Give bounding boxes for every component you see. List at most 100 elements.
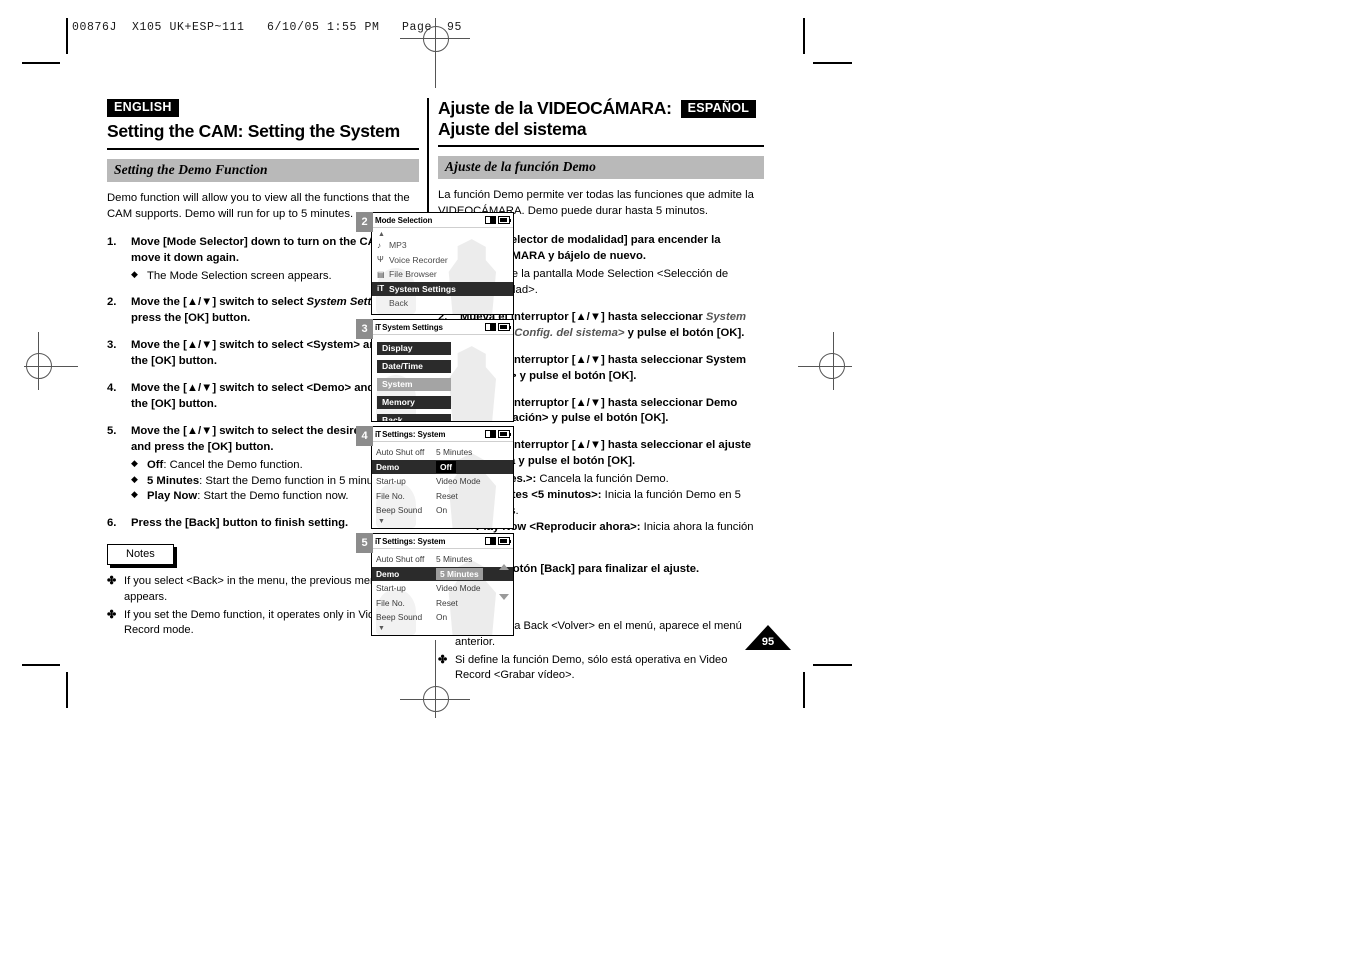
spanish-page-title-line1: Ajuste de la VIDEOCÁMARA:: [438, 98, 672, 118]
scroll-down-arrow-icon[interactable]: ▼: [372, 625, 513, 632]
lcd-setting-row[interactable]: Start-up Video Mode: [372, 474, 513, 489]
lcd-screen: 2 Mode Selection ▲ ♪ MP3 Ψ Voice Recorder ▤ File…: [356, 212, 516, 315]
lcd-menu-item[interactable]: Back: [372, 296, 513, 311]
menu-item-label: File Browser: [389, 269, 437, 280]
lcd-setting-row[interactable]: Auto Shut off 5 Minutes: [372, 445, 513, 460]
lcd-menu-chip[interactable]: Back: [377, 413, 451, 421]
english-title-rule: [107, 147, 419, 150]
note-text: If you select <Back> in the menu, the pr…: [124, 575, 383, 603]
step-number: 2.: [107, 296, 117, 309]
setting-key: Demo: [376, 568, 400, 579]
setting-key: Start-up: [376, 476, 406, 487]
spanish-title-rule: [438, 145, 764, 148]
bullet-lead: 5 Minutes: [147, 474, 200, 487]
manual-page: ENGLISH Setting the CAM: Setting the Sys…: [0, 0, 1351, 954]
lcd-menu-item[interactable]: ▤ File Browser: [372, 267, 513, 282]
step-number: 3.: [107, 339, 117, 352]
english-notes-label: Notes: [107, 544, 174, 566]
setting-key: Beep Sound: [376, 612, 423, 623]
bullet-lead: Play Now: [147, 490, 198, 503]
setting-key: File No.: [376, 490, 405, 501]
menu-item-label: Back: [389, 298, 409, 309]
lcd-title: Settings: System: [382, 536, 446, 546]
setting-value: Reset: [436, 490, 458, 501]
note-text: Si define la función Demo, sólo está ope…: [455, 653, 728, 682]
setting-key: Auto Shut off: [376, 447, 425, 458]
battery-icon: [498, 216, 512, 224]
lcd-setting-row[interactable]: Start-up Video Mode: [372, 581, 513, 596]
card-icon: [485, 430, 496, 438]
lcd-screen-illustrations: 2 Mode Selection ▲ ♪ MP3 Ψ Voice Recorder ▤ File…: [356, 212, 516, 640]
card-icon: [485, 323, 496, 331]
step-text-part: y pulse el botón [OK].: [624, 326, 745, 339]
setting-key: File No.: [376, 597, 405, 608]
menu-item-icon: Ψ: [377, 255, 384, 265]
setting-value-box: 5 Minutes: [436, 567, 483, 580]
lcd-menu-item[interactable]: Ψ Voice Recorder: [372, 253, 513, 268]
lcd-setting-row[interactable]: File No. Reset: [372, 596, 513, 611]
setting-value: Video Mode: [436, 583, 481, 594]
scroll-down-arrow-icon[interactable]: ▼: [372, 518, 513, 525]
lcd-frame: iT Settings: System Auto Shut off 5 Minutes…: [371, 426, 514, 529]
setting-value: 5 Minutes: [436, 447, 473, 458]
menu-item-icon: iT: [377, 284, 385, 294]
step-number: 6.: [107, 517, 117, 530]
step-text: Press the [Back] button to finish settin…: [131, 517, 348, 529]
lcd-menu-item[interactable]: iT System Settings: [372, 281, 513, 296]
lcd-menu-chip[interactable]: Date/Time: [377, 359, 451, 373]
lcd-title: Settings: System: [382, 429, 446, 439]
lcd-setting-row[interactable]: Beep Sound On: [372, 503, 513, 518]
bullet-lead: Off: [147, 458, 164, 471]
step-text-part: Move the [▲/▼] switch to select: [131, 296, 307, 309]
lcd-setting-row[interactable]: File No. Reset: [372, 489, 513, 504]
setting-value: 5 Minutes: [436, 567, 483, 580]
scroll-up-arrow-icon[interactable]: ▲: [372, 231, 513, 238]
screen-step-tag: 5: [356, 533, 373, 553]
lcd-screen: 4 iT Settings: System Auto Shut off 5 Minute…: [356, 426, 516, 529]
step-number: 5.: [107, 424, 117, 437]
menu-item-icon: ♪: [377, 240, 381, 250]
lcd-screen: 5 iT Settings: System Auto Shut off 5 Minute…: [356, 533, 516, 636]
setting-key: Start-up: [376, 583, 406, 594]
step-text-part: Press the [Back] button to finish settin…: [131, 517, 349, 530]
value-scroll-down-icon[interactable]: [499, 594, 509, 600]
diamond-bullet-icon: ◆: [131, 457, 138, 468]
page-number-badge: 95: [745, 625, 791, 650]
lcd-body: Display Date/Time System Memory Back: [372, 335, 513, 421]
setting-value: On: [436, 505, 448, 516]
lcd-setting-row[interactable]: Auto Shut off 5 Minutes: [372, 552, 513, 567]
lcd-rows: Auto Shut off 5 Minutes Demo 5 Minutes Start…: [372, 552, 513, 632]
lcd-setting-row[interactable]: Demo Off: [372, 459, 513, 474]
setting-key: Demo: [376, 461, 400, 472]
page-number-text: 95: [761, 636, 775, 648]
lcd-title-bar: iT Settings: System: [372, 534, 513, 549]
battery-icon: [498, 537, 512, 545]
diamond-bullet-icon: ◆: [131, 489, 138, 500]
setting-key: Beep Sound: [376, 505, 423, 516]
bullet-text: : Cancel the Demo function.: [163, 458, 303, 471]
lcd-setting-row[interactable]: Demo 5 Minutes: [372, 566, 513, 581]
english-section-subhead: Setting the Demo Function: [107, 158, 419, 182]
menu-item-label: Voice Recorder: [389, 254, 448, 265]
screen-step-tag: 2: [356, 212, 373, 232]
lcd-menu-item[interactable]: ♪ MP3: [372, 238, 513, 253]
lcd-frame: iT System Settings Display Date/Time System M…: [371, 319, 514, 422]
value-scroll-up-icon[interactable]: [499, 564, 509, 570]
lcd-rows: Auto Shut off 5 Minutes Demo Off Start-up Vid…: [372, 445, 513, 525]
battery-icon: [498, 430, 512, 438]
lcd-body: ▲ ♪ MP3 Ψ Voice Recorder ▤ File Browser iT Syste…: [372, 228, 513, 314]
setting-key: Auto Shut off: [376, 554, 425, 565]
setting-value: Video Mode: [436, 476, 481, 487]
spanish-title-row: Ajuste de la VIDEOCÁMARA: Ajuste del sis…: [438, 98, 764, 139]
screen-step-tag: 3: [356, 319, 373, 339]
step-number: 4.: [107, 382, 117, 395]
english-language-badge: ENGLISH: [107, 99, 179, 118]
lcd-rows: ▲ ♪ MP3 Ψ Voice Recorder ▤ File Browser iT Syste…: [372, 231, 513, 311]
bullet-text: : Start the Demo function now.: [197, 490, 349, 503]
lcd-setting-row[interactable]: Beep Sound On: [372, 610, 513, 625]
menu-item-label: System Settings: [389, 283, 456, 294]
settings-icon: iT: [375, 429, 381, 439]
lcd-menu-chip[interactable]: Memory: [377, 395, 451, 409]
lcd-menu-chip[interactable]: System: [377, 377, 451, 391]
lcd-menu-chip[interactable]: Display: [377, 341, 451, 355]
